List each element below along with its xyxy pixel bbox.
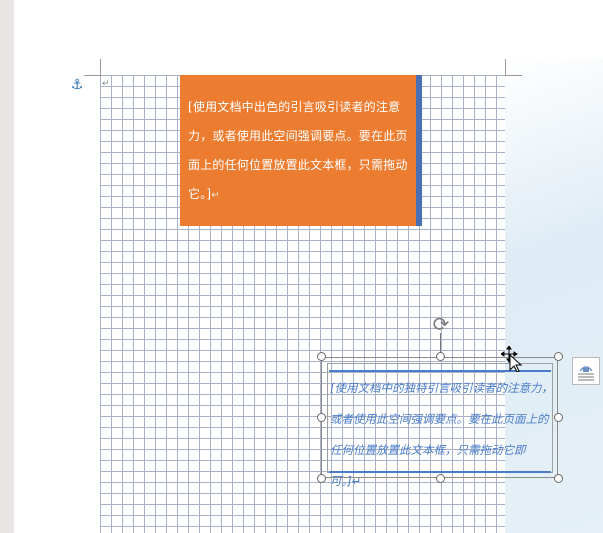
paragraph-mark: ↵	[211, 190, 220, 201]
resize-handle-bottom-right[interactable]	[554, 474, 563, 483]
rotate-handle-icon[interactable]: ⟳	[430, 313, 452, 335]
move-cursor-icon	[501, 346, 523, 372]
layout-options-icon	[578, 366, 594, 381]
resize-handle-top-right[interactable]	[554, 352, 563, 361]
resize-handle-top[interactable]	[436, 352, 445, 361]
selected-textbox-content: [使用文档中的独特引言吸引读者的注意力，或者使用此空间强调要点。要在此页面上的任…	[330, 381, 553, 488]
paragraph-mark: ↵	[351, 474, 362, 488]
margin-corner-top-left	[84, 59, 101, 76]
margin-corner-top-right	[505, 59, 522, 76]
rotate-handle-stem	[440, 333, 441, 353]
paragraph-mark: ↵	[102, 79, 110, 89]
anchor-icon[interactable]: ⚓	[70, 77, 84, 93]
resize-handle-left[interactable]	[317, 413, 326, 422]
resize-handle-bottom[interactable]	[436, 474, 445, 483]
resize-handle-bottom-left[interactable]	[317, 474, 326, 483]
orange-quote-content: [使用文档中出色的引言吸引读者的注意力，或者使用此空间强调要点。要在此页面上的任…	[188, 100, 408, 201]
layout-options-button[interactable]	[572, 357, 600, 385]
orange-quote-text[interactable]: [使用文档中出色的引言吸引读者的注意力，或者使用此空间强调要点。要在此页面上的任…	[188, 93, 410, 210]
quote-accent-bar	[416, 75, 422, 226]
resize-handle-top-left[interactable]	[317, 352, 326, 361]
resize-handle-right[interactable]	[554, 413, 563, 422]
